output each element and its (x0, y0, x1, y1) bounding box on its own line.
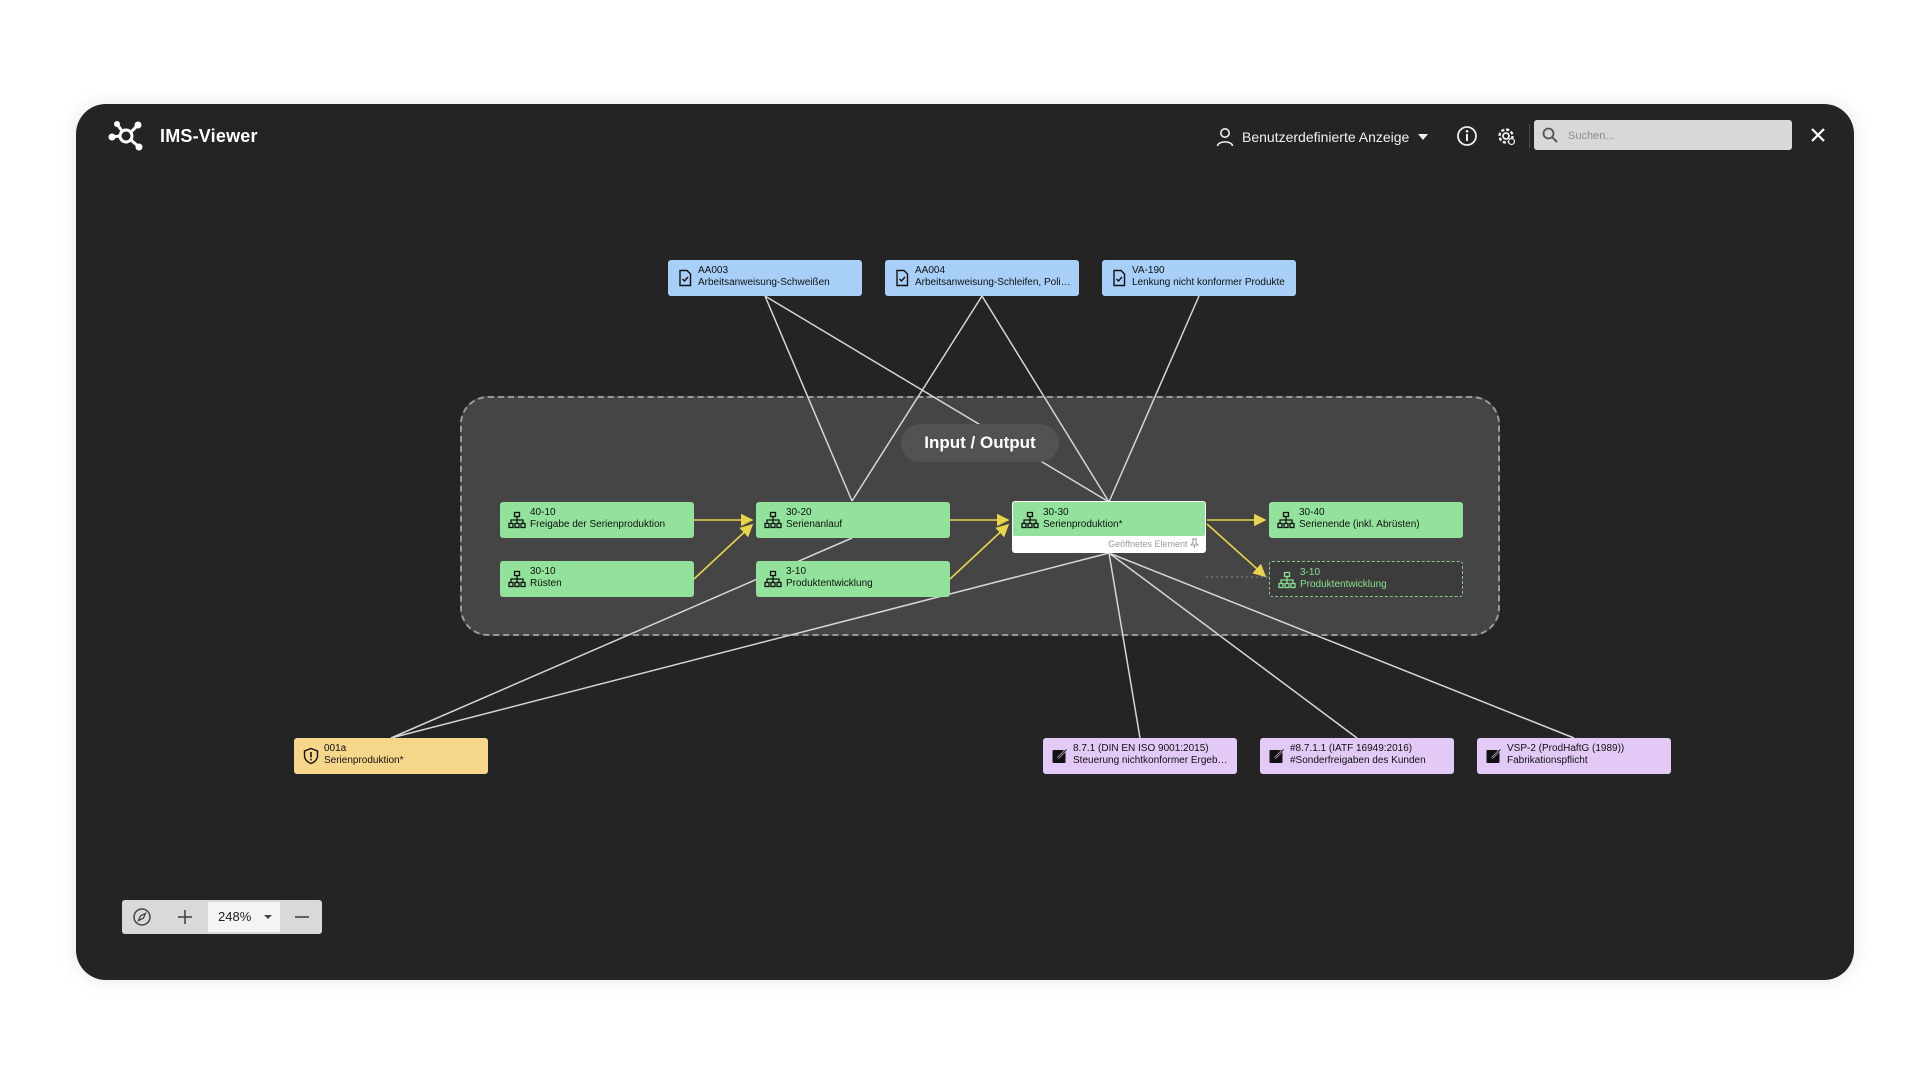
node-title: Arbeitsanweisung-Schleifen, Polier... (915, 277, 1073, 288)
shield-icon (303, 747, 319, 765)
app-window: IMS-Viewer Benutzerdefinierte Anzeige Su… (76, 104, 1854, 980)
node-title: Serienanlauf (786, 519, 843, 530)
org-chart-icon (1277, 511, 1295, 529)
node-code: AA003 (698, 265, 729, 276)
external-link-icon (1269, 747, 1286, 763)
node-8-7-1-1[interactable]: #8.7.1.1 (IATF 16949:2016) #Sonderfreiga… (1260, 738, 1454, 774)
org-chart-icon (1021, 511, 1039, 529)
node-title: Lenkung nicht konformer Produkte (1132, 277, 1285, 288)
graph-edges (390, 295, 1575, 739)
compass-icon (133, 908, 151, 926)
caret-down-icon (264, 915, 272, 919)
node-30-30-opened[interactable]: 30-30 Serienproduktion* Geöffnetes Eleme… (1012, 501, 1206, 553)
org-chart-icon (764, 511, 782, 529)
node-title: Steuerung nichtkonformer Ergebn... (1073, 755, 1231, 766)
node-001a[interactable]: 001a Serienproduktion* (294, 738, 488, 774)
edge-line (764, 295, 1110, 503)
node-title: #Sonderfreigaben des Kunden (1290, 755, 1426, 766)
edge-line (981, 295, 1110, 503)
document-check-icon (896, 269, 909, 287)
document-check-icon (1113, 269, 1126, 287)
node-title: Serienproduktion* (1043, 519, 1123, 530)
edge-line (1108, 552, 1141, 739)
node-code: VSP-2 (ProdHaftG (1989)) (1507, 743, 1625, 754)
node-30-20[interactable]: 30-20 Serienanlauf (756, 502, 950, 538)
node-code: VA-190 (1132, 265, 1165, 276)
external-link-icon (1052, 747, 1069, 763)
plus-icon (178, 910, 192, 924)
zoom-controls: 248% (122, 900, 322, 934)
node-3-10-ghost[interactable]: 3-10 Produktentwicklung (1269, 561, 1463, 597)
edge-line (851, 295, 983, 502)
node-code: 30-30 (1043, 507, 1069, 518)
external-link-icon (1486, 747, 1503, 763)
org-chart-icon (764, 570, 782, 588)
document-check-icon (679, 269, 692, 287)
node-30-10[interactable]: 30-10 Rüsten (500, 561, 694, 597)
flow-arrow (949, 523, 1010, 580)
node-title: Serienproduktion* (324, 755, 404, 766)
zoom-out-button[interactable] (282, 900, 322, 934)
recenter-button[interactable] (122, 900, 162, 934)
node-code: 3-10 (1300, 567, 1321, 578)
org-chart-icon (1278, 571, 1296, 589)
opened-element-label: Geöffnetes Element (1108, 539, 1188, 549)
node-va190[interactable]: VA-190 Lenkung nicht konformer Produkte (1102, 260, 1296, 296)
node-8-7-1[interactable]: 8.7.1 (DIN EN ISO 9001:2015) Steuerung n… (1043, 738, 1237, 774)
node-30-40[interactable]: 30-40 Serienende (inkl. Abrüsten) (1269, 502, 1463, 538)
node-title: Produktentwicklung (1300, 579, 1387, 590)
group-label: Input / Output (901, 424, 1059, 462)
edge-line (390, 552, 1110, 739)
node-vsp-2[interactable]: VSP-2 (ProdHaftG (1989)) Fabrikationspfl… (1477, 738, 1671, 774)
node-aa004[interactable]: AA004 Arbeitsanweisung-Schleifen, Polier… (885, 260, 1079, 296)
edge-line (1108, 295, 1200, 503)
zoom-level: 248% (218, 909, 252, 924)
edge-line (764, 295, 853, 502)
node-title: Fabrikationspflicht (1507, 755, 1588, 766)
opened-element-tag: Geöffnetes Element (1108, 538, 1200, 549)
node-code: 40-10 (530, 507, 556, 518)
node-aa003[interactable]: AA003 Arbeitsanweisung-Schweißen (668, 260, 862, 296)
pin-icon[interactable] (1189, 538, 1200, 548)
node-code: 8.7.1 (DIN EN ISO 9001:2015) (1073, 743, 1209, 754)
node-code: 30-20 (786, 507, 812, 518)
node-code: #8.7.1.1 (IATF 16949:2016) (1290, 743, 1413, 754)
node-40-10[interactable]: 40-10 Freigabe der Serienproduktion (500, 502, 694, 538)
node-3-10[interactable]: 3-10 Produktentwicklung (756, 561, 950, 597)
flow-arrow (1206, 523, 1267, 578)
zoom-level-select[interactable]: 248% (208, 902, 280, 932)
node-title: Rüsten (530, 578, 562, 589)
minus-icon (295, 916, 309, 918)
node-code: 3-10 (786, 566, 807, 577)
node-title: Serienende (inkl. Abrüsten) (1299, 519, 1420, 530)
org-chart-icon (508, 511, 526, 529)
node-title: Arbeitsanweisung-Schweißen (698, 277, 830, 288)
org-chart-icon (508, 570, 526, 588)
node-code: 30-10 (530, 566, 556, 577)
flow-arrow (693, 523, 754, 580)
node-code: 001a (324, 743, 347, 754)
zoom-in-button[interactable] (164, 900, 206, 934)
node-title: Produktentwicklung (786, 578, 873, 589)
node-code: AA004 (915, 265, 946, 276)
node-title: Freigabe der Serienproduktion (530, 519, 666, 530)
node-code: 30-40 (1299, 507, 1325, 518)
